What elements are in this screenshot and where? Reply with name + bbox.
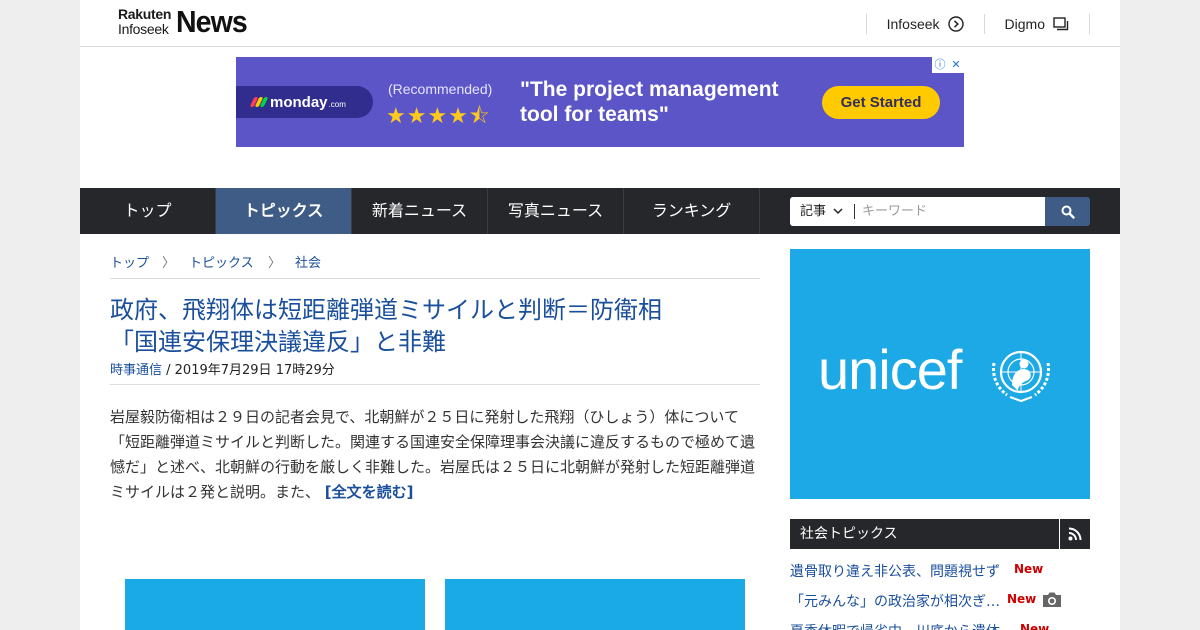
article-source-link[interactable]: 時事通信 <box>110 363 162 378</box>
article-date: / 2019年7月29日 17時29分 <box>162 363 335 378</box>
breadcrumb-society[interactable]: 社会 <box>295 252 321 271</box>
new-badge: New <box>1020 622 1050 630</box>
nav-tab-top[interactable]: トップ <box>80 188 216 234</box>
logo-infoseek-text: Infoseek <box>118 21 169 37</box>
nav-tab-latest[interactable]: 新着ニュース <box>352 188 488 234</box>
article-meta: 時事通信 / 2019年7月29日 17時29分 <box>110 359 760 385</box>
unicef-wordmark: unicef <box>818 338 962 401</box>
site-header: Rakuten Infoseek News Infoseek Digmo <box>80 0 1120 47</box>
ad-recommended-label: (Recommended) <box>388 81 493 97</box>
ad-brand-logo: monday .com <box>236 86 373 118</box>
digmo-link[interactable]: Digmo <box>983 14 1090 34</box>
topic-item[interactable]: 遺骨取り違え非公表、問題視せず New <box>790 561 1090 583</box>
search-icon <box>1061 205 1075 219</box>
external-window-icon <box>1053 17 1069 31</box>
arrow-circle-icon <box>947 16 964 32</box>
new-badge: New <box>1007 592 1037 606</box>
article-summary: 岩屋毅防衛相は２９日の記者会見で、北朝鮮が２５日に発射した飛翔（ひしょう）体につ… <box>110 408 756 501</box>
ad-close-icon[interactable]: ✕ <box>948 57 964 73</box>
unicef-emblem-icon <box>992 350 1050 403</box>
breadcrumb-top[interactable]: トップ <box>110 252 149 271</box>
ad-headline: "The project management tool for teams" <box>520 78 779 126</box>
camera-icon <box>1043 592 1061 607</box>
topic-item[interactable]: 「元みんな」の政治家が相次ぎ… New <box>790 591 1090 613</box>
nav-tab-topics[interactable]: トピックス <box>216 188 352 234</box>
nav-tab-photo[interactable]: 写真ニュース <box>488 188 624 234</box>
topic-link[interactable]: 遺骨取り違え非公表、問題視せず <box>790 561 1000 581</box>
star-rating-icon: ★★★★⯪ <box>386 104 491 129</box>
nav-tab-ranking[interactable]: ランキング <box>624 188 760 234</box>
related-card[interactable] <box>125 579 425 630</box>
topic-link[interactable]: 夏季休暇で帰省中 川底から遺体 <box>790 621 1000 630</box>
article-title: 政府、飛翔体は短距離弾道ミサイルと判断＝防衛相 「国連安保理決議違反」と非難 <box>110 296 662 356</box>
breadcrumb: トップ 〉 トピックス 〉 社会 <box>110 252 760 279</box>
infoseek-link[interactable]: Infoseek <box>865 14 984 34</box>
monday-ad-banner[interactable]: monday .com (Recommended) ★★★★⯪ "The proj… <box>236 57 964 147</box>
society-topics-title: 社会トピックス <box>800 526 898 542</box>
society-topics-header: 社会トピックス <box>790 519 1090 549</box>
page: Rakuten Infoseek News Infoseek Digmo mon… <box>80 0 1120 630</box>
search-button[interactable] <box>1045 197 1090 226</box>
topic-item[interactable]: 夏季休暇で帰省中 川底から遺体 New <box>790 621 1090 630</box>
get-started-button[interactable]: Get Started <box>822 86 940 119</box>
topic-link[interactable]: 「元みんな」の政治家が相次ぎ… <box>790 591 1000 611</box>
rss-button[interactable] <box>1059 519 1090 549</box>
global-nav: トップ トピックス 新着ニュース 写真ニュース ランキング 記事 <box>80 188 1120 234</box>
logo-rakuten-text: Rakuten <box>118 6 172 22</box>
breadcrumb-topics[interactable]: トピックス <box>189 252 254 271</box>
new-badge: New <box>1014 562 1044 576</box>
read-full-article-link[interactable]: [全文を読む] <box>325 483 414 501</box>
ad-info-icon[interactable]: ⓘ <box>932 57 948 73</box>
search-input[interactable] <box>862 199 1037 224</box>
chevron-down-icon <box>833 208 843 215</box>
ad-choices: ⓘ ✕ <box>932 57 964 73</box>
monday-logo-icon <box>249 97 269 107</box>
search-category-select[interactable]: 記事 <box>800 197 843 226</box>
header-links: Infoseek Digmo <box>865 14 1090 34</box>
unicef-banner[interactable]: unicef <box>790 249 1090 499</box>
rss-icon <box>1068 527 1082 541</box>
logo-news-text: News <box>176 4 248 39</box>
search-form: 記事 <box>790 197 1090 226</box>
related-card[interactable] <box>445 579 745 630</box>
